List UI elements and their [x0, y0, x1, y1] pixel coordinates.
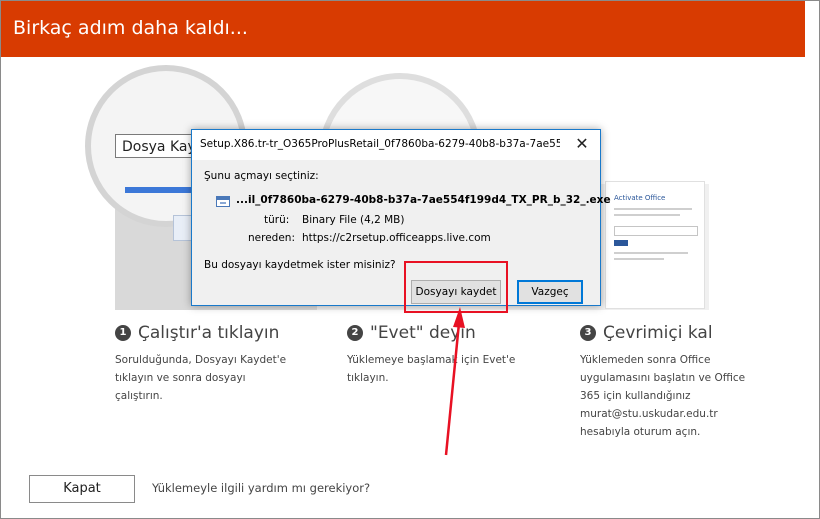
step-description-line: murat@stu.uskudar.edu.tr [580, 408, 718, 420]
step-description-line: hesabıyla oturum açın. [580, 426, 701, 438]
magnified-document-icon [173, 215, 193, 241]
step-number-badge: 2 [347, 325, 363, 341]
header-banner: Birkaç adım daha kaldı... [1, 1, 819, 57]
preview-button [614, 240, 628, 246]
step-description-line: Yüklemeden sonra Office [580, 354, 711, 366]
close-button[interactable]: Kapat [29, 475, 135, 503]
step-description-line: 365 için kullandığınız [580, 390, 691, 402]
dialog-title: Setup.X86.tr-tr_O365ProPlusRetail_0f7860… [200, 138, 560, 150]
file-type-label: türü: [264, 214, 290, 226]
installer-window: Birkaç adım daha kaldı... Dosya Kayd Act… [0, 0, 820, 519]
preview-input [614, 226, 698, 236]
step-title: Çalıştır'a tıklayın [138, 323, 280, 343]
activate-office-title: Activate Office [614, 194, 666, 202]
download-dialog: Setup.X86.tr-tr_O365ProPlusRetail_0f7860… [191, 129, 611, 306]
file-type-value: Binary File (4,2 MB) [302, 214, 405, 226]
arrow-icon [444, 307, 465, 456]
step-description-line: tıklayın ve sonra dosyayı [115, 372, 246, 384]
close-icon[interactable]: ✕ [572, 134, 592, 154]
file-name: ...il_0f7860ba-6279-40b8-b37a-7ae554f199… [236, 194, 611, 206]
step-description: Yüklemeden sonra Office uygulamasını baş… [580, 351, 760, 441]
step-number-badge: 1 [115, 325, 131, 341]
step-stay-online: 3 Çevrimiçi kal Yüklemeden sonra Office … [580, 321, 760, 441]
preview-text-line [614, 214, 680, 216]
step-description-line: çalıştırın. [115, 390, 163, 402]
activate-office-preview: Activate Office [605, 181, 705, 309]
dialog-prompt: Şunu açmayı seçtiniz: [204, 170, 319, 182]
cancel-button[interactable]: Vazgeç [517, 280, 583, 304]
dialog-body: Şunu açmayı seçtiniz: ...il_0f7860ba-627… [192, 160, 611, 305]
step-description-line: Sorulduğunda, Dosyayı Kaydet'e [115, 354, 287, 366]
file-source-label: nereden: [248, 232, 295, 244]
magnified-save-input: Dosya Kayd [115, 134, 195, 158]
dialog-titlebar[interactable]: Setup.X86.tr-tr_O365ProPlusRetail_0f7860… [192, 130, 600, 160]
preview-text-line [614, 252, 688, 254]
file-icon [216, 196, 230, 207]
save-question: Bu dosyayı kaydetmek ister misiniz? [204, 259, 396, 271]
step-description: Sorulduğunda, Dosyayı Kaydet'e tıklayın … [115, 351, 315, 405]
page-title: Birkaç adım daha kaldı... [13, 17, 248, 39]
help-link[interactable]: Yüklemeyle ilgili yardım mı gerekiyor? [152, 481, 370, 495]
step-title: Çevrimiçi kal [603, 323, 713, 343]
step-description-line: uygulamasını başlatın ve Office [580, 372, 746, 384]
preview-text-line [614, 208, 692, 210]
file-source-value: https://c2rsetup.officeapps.live.com [302, 232, 491, 244]
step-run: 1 Çalıştır'a tıklayın Sorulduğunda, Dosy… [115, 321, 315, 405]
magnified-progress-bar [125, 187, 195, 193]
step-number-badge: 3 [580, 325, 596, 341]
preview-text-line [614, 258, 664, 260]
banner-edge [805, 1, 819, 57]
